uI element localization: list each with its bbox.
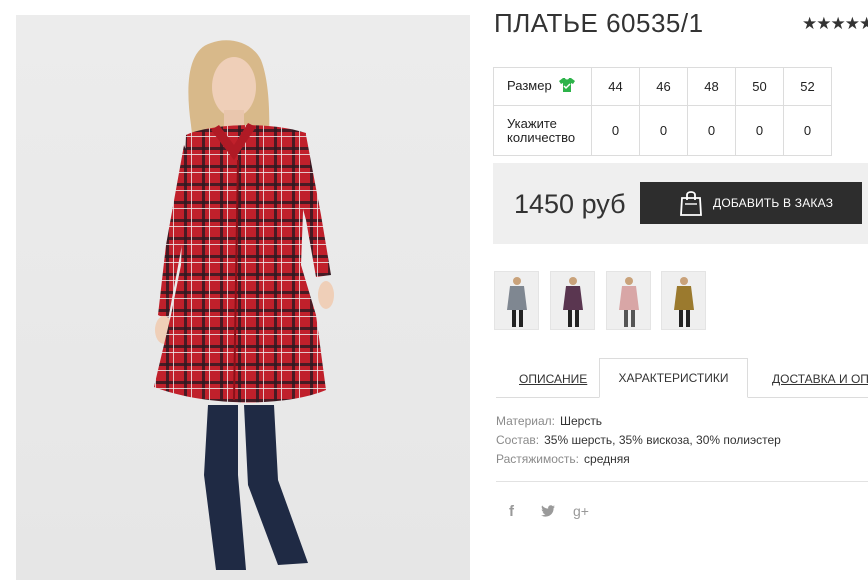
size-label: Размер xyxy=(507,77,552,93)
size-cell: 48 xyxy=(687,67,736,106)
section-divider xyxy=(496,481,868,482)
characteristic-key: Растяжимость: xyxy=(496,452,580,466)
size-row-label: Размер xyxy=(493,67,592,106)
add-to-order-button[interactable]: ДОБАВИТЬ В ЗАКАЗ xyxy=(640,182,862,224)
size-cell: 52 xyxy=(783,67,832,106)
characteristic-row: Материал: Шерсть xyxy=(496,413,781,432)
tab-delivery-payment[interactable]: ДОСТАВКА И ОПЛАТА xyxy=(772,372,868,386)
size-cell: 46 xyxy=(639,67,688,106)
quantity-input[interactable]: 0 xyxy=(639,105,688,156)
quantity-label-line2: количество xyxy=(507,129,576,145)
quantity-row-label: Укажите количество xyxy=(493,105,592,156)
thumbnail-pink[interactable] xyxy=(606,271,651,330)
rating-stars[interactable]: ★★★★★ xyxy=(802,14,868,34)
shirt-icon[interactable] xyxy=(559,78,576,95)
twitter-icon[interactable] xyxy=(541,504,555,522)
bag-icon xyxy=(679,190,703,216)
quantity-input[interactable]: 0 xyxy=(735,105,784,156)
characteristic-key: Материал: xyxy=(496,414,555,428)
characteristic-value: средняя xyxy=(584,452,630,466)
price-box: 1450 руб ДОБАВИТЬ В ЗАКАЗ xyxy=(493,163,868,244)
characteristic-value: 35% шерсть, 35% вискоза, 30% полиэстер xyxy=(544,433,781,447)
quantity-input[interactable]: 0 xyxy=(783,105,832,156)
characteristic-row: Растяжимость: средняя xyxy=(496,451,781,470)
tab-description[interactable]: ОПИСАНИЕ xyxy=(519,372,587,386)
tab-characteristics[interactable]: ХАРАКТЕРИСТИКИ xyxy=(599,358,748,398)
characteristic-value: Шерсть xyxy=(559,414,603,428)
quantity-label-line1: Укажите xyxy=(507,115,557,131)
size-cell: 50 xyxy=(735,67,784,106)
product-main-photo[interactable] xyxy=(16,15,470,580)
facebook-icon[interactable]: f xyxy=(509,503,514,520)
price: 1450 руб xyxy=(514,189,626,219)
thumbnail-purple-check[interactable] xyxy=(550,271,595,330)
characteristic-key: Состав: xyxy=(496,433,540,447)
thumbnail-grey-check[interactable] xyxy=(494,271,539,330)
quantity-input[interactable]: 0 xyxy=(687,105,736,156)
characteristic-row: Состав: 35% шерсть, 35% вискоза, 30% поли… xyxy=(496,432,781,451)
googleplus-icon[interactable]: g+ xyxy=(573,503,589,519)
add-to-order-label: ДОБАВИТЬ В ЗАКАЗ xyxy=(713,196,834,210)
product-title: ПЛАТЬЕ 60535/1 xyxy=(494,8,704,38)
characteristics-list: Материал: Шерсть Состав: 35% шерсть, 35% в… xyxy=(496,413,781,470)
size-cell: 44 xyxy=(591,67,640,106)
quantity-input[interactable]: 0 xyxy=(591,105,640,156)
thumbnail-mustard-check[interactable] xyxy=(661,271,706,330)
size-quantity-table: Размер 44 46 48 50 52 Укажите количество… xyxy=(493,67,832,156)
